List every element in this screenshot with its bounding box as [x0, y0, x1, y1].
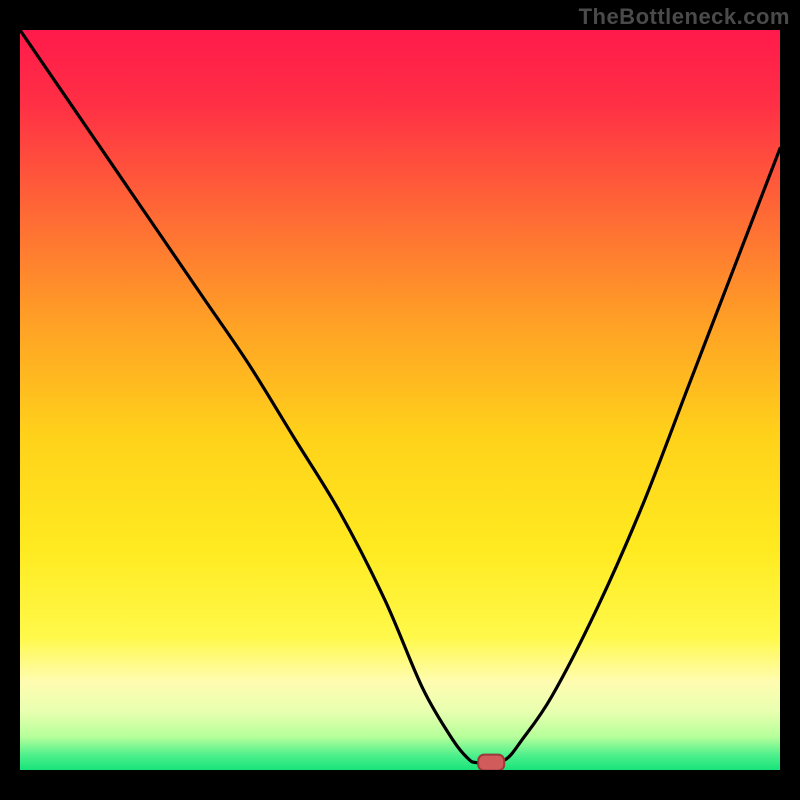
gradient-background — [20, 30, 780, 770]
chart-svg — [20, 30, 780, 770]
optimum-marker — [478, 755, 504, 770]
chart-frame: TheBottleneck.com — [0, 0, 800, 800]
plot-area — [20, 30, 780, 770]
watermark-text: TheBottleneck.com — [579, 4, 790, 30]
